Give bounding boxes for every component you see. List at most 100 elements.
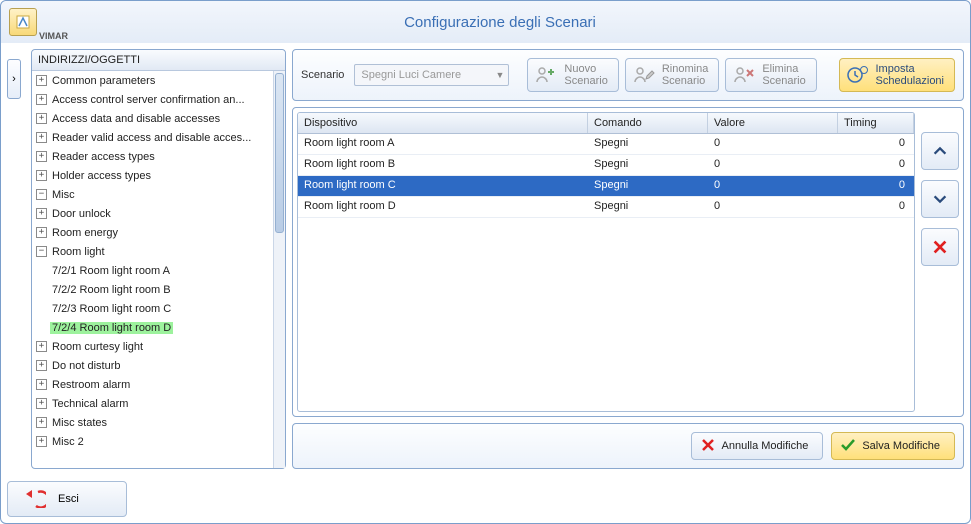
scenario-select[interactable]: Spegni Luci Camere ▼ — [354, 64, 509, 86]
tree-panel: INDIRIZZI/OGGETTI +Common parameters +Ac… — [31, 49, 286, 469]
tree-item-misc-2[interactable]: +Misc 2 — [32, 433, 273, 450]
cell-device: Room light room C — [298, 176, 588, 196]
tree-item-reader-access-types[interactable]: +Reader access types — [32, 148, 273, 165]
exit-button-label: Esci — [58, 493, 79, 505]
tree-item-room-light-b[interactable]: 7/2/2 Room light room B — [32, 281, 273, 298]
tree-item-room-courtesy-light[interactable]: +Room curtesy light — [32, 338, 273, 355]
scenario-label: Scenario — [301, 69, 344, 81]
clock-gear-icon — [846, 63, 870, 87]
move-down-button[interactable] — [921, 180, 959, 218]
tree-item-room-light-d[interactable]: 7/2/4 Room light room D — [32, 319, 273, 336]
grid-body: Room light room ASpegni00Room light room… — [298, 134, 914, 411]
delete-row-button[interactable] — [921, 228, 959, 266]
cell-command: Spegni — [588, 155, 708, 175]
cell-command: Spegni — [588, 197, 708, 217]
check-icon — [840, 437, 856, 456]
main-panel: Dispositivo Comando Valore Timing Room l… — [292, 107, 964, 417]
tree-item-technical-alarm[interactable]: +Technical alarm — [32, 395, 273, 412]
cell-command: Spegni — [588, 134, 708, 154]
scenario-select-value: Spegni Luci Camere — [361, 69, 461, 81]
expand-icon[interactable]: + — [36, 132, 47, 143]
cell-device: Room light room D — [298, 197, 588, 217]
cell-value: 0 — [708, 176, 838, 196]
tree-scrollbar[interactable] — [273, 71, 285, 468]
table-row[interactable]: Room light room CSpegni00 — [298, 176, 914, 197]
cancel-button[interactable]: Annulla Modifiche — [691, 432, 824, 460]
cell-value: 0 — [708, 155, 838, 175]
schedule-button[interactable]: ImpostaSchedulazioni — [839, 58, 956, 92]
expand-icon[interactable]: + — [36, 398, 47, 409]
tree-item-access-data-disable[interactable]: +Access data and disable accesses — [32, 110, 273, 127]
bottom-bar: Esci — [1, 475, 970, 523]
table-row[interactable]: Room light room ASpegni00 — [298, 134, 914, 155]
table-row[interactable]: Room light room DSpegni00 — [298, 197, 914, 218]
people-delete-icon — [732, 63, 756, 87]
col-timing[interactable]: Timing — [838, 113, 914, 133]
rename-scenario-button[interactable]: RinominaScenario — [625, 58, 719, 92]
cell-timing: 0 — [838, 176, 914, 196]
window-title: Configurazione degli Scenari — [68, 14, 932, 31]
expand-icon[interactable]: + — [36, 151, 47, 162]
save-button[interactable]: Salva Modifiche — [831, 432, 955, 460]
expand-icon[interactable]: + — [36, 379, 47, 390]
close-icon — [700, 437, 716, 456]
cancel-button-label: Annulla Modifiche — [722, 440, 809, 452]
chevron-right-icon: › — [12, 73, 16, 85]
app-logo — [9, 8, 37, 36]
scrollbar-thumb[interactable] — [275, 73, 284, 233]
titlebar: VIMAR Configurazione degli Scenari — [1, 1, 970, 43]
col-value[interactable]: Valore — [708, 113, 838, 133]
cell-device: Room light room A — [298, 134, 588, 154]
cell-value: 0 — [708, 197, 838, 217]
cell-timing: 0 — [838, 155, 914, 175]
expand-icon[interactable]: + — [36, 227, 47, 238]
chevron-down-icon: ▼ — [496, 70, 505, 80]
tree-item-do-not-disturb[interactable]: +Do not disturb — [32, 357, 273, 374]
tree-item-room-light-c[interactable]: 7/2/3 Room light room C — [32, 300, 273, 317]
cell-timing: 0 — [838, 134, 914, 154]
grid-header: Dispositivo Comando Valore Timing — [298, 113, 914, 134]
tree-item-door-unlock[interactable]: +Door unlock — [32, 205, 273, 222]
tree-item-common-parameters[interactable]: +Common parameters — [32, 72, 273, 89]
row-order-buttons — [921, 112, 959, 412]
expand-icon[interactable]: + — [36, 417, 47, 428]
brand-label: VIMAR — [39, 31, 68, 41]
expand-icon[interactable]: + — [36, 75, 47, 86]
exit-button[interactable]: Esci — [7, 481, 127, 517]
expand-icon[interactable]: + — [36, 360, 47, 371]
expand-icon[interactable]: + — [36, 113, 47, 124]
tree-item-access-control-server[interactable]: +Access control server confirmation an..… — [32, 91, 273, 108]
panel-expand-handle[interactable]: › — [7, 59, 21, 99]
cell-timing: 0 — [838, 197, 914, 217]
table-row[interactable]: Room light room BSpegni00 — [298, 155, 914, 176]
collapse-icon[interactable]: − — [36, 189, 47, 200]
toolbar-panel: Scenario Spegni Luci Camere ▼ NuovoScena… — [292, 49, 964, 101]
tree-item-restroom-alarm[interactable]: +Restroom alarm — [32, 376, 273, 393]
col-device[interactable]: Dispositivo — [298, 113, 588, 133]
delete-scenario-button[interactable]: EliminaScenario — [725, 58, 816, 92]
cell-value: 0 — [708, 134, 838, 154]
tree-item-holder-access-types[interactable]: +Holder access types — [32, 167, 273, 184]
save-button-label: Salva Modifiche — [862, 440, 940, 452]
expand-icon[interactable]: + — [36, 170, 47, 181]
expand-icon[interactable]: + — [36, 436, 47, 447]
tree-item-reader-valid-access[interactable]: +Reader valid access and disable acces..… — [32, 129, 273, 146]
tree-item-room-light[interactable]: −Room light — [32, 243, 273, 260]
tree-item-room-energy[interactable]: +Room energy — [32, 224, 273, 241]
cell-command: Spegni — [588, 176, 708, 196]
col-command[interactable]: Comando — [588, 113, 708, 133]
expand-icon[interactable]: + — [36, 208, 47, 219]
people-edit-icon — [632, 63, 656, 87]
tree-header: INDIRIZZI/OGGETTI — [32, 50, 285, 71]
tree-item-misc-states[interactable]: +Misc states — [32, 414, 273, 431]
expand-icon[interactable]: + — [36, 341, 47, 352]
move-up-button[interactable] — [921, 132, 959, 170]
people-plus-icon — [534, 63, 558, 87]
tree-body: +Common parameters +Access control serve… — [32, 71, 285, 468]
tree-item-room-light-a[interactable]: 7/2/1 Room light room A — [32, 262, 273, 279]
tree-item-misc[interactable]: −Misc — [32, 186, 273, 203]
footer-panel: Annulla Modifiche Salva Modifiche — [292, 423, 964, 469]
expand-icon[interactable]: + — [36, 94, 47, 105]
collapse-icon[interactable]: − — [36, 246, 47, 257]
new-scenario-button[interactable]: NuovoScenario — [527, 58, 618, 92]
